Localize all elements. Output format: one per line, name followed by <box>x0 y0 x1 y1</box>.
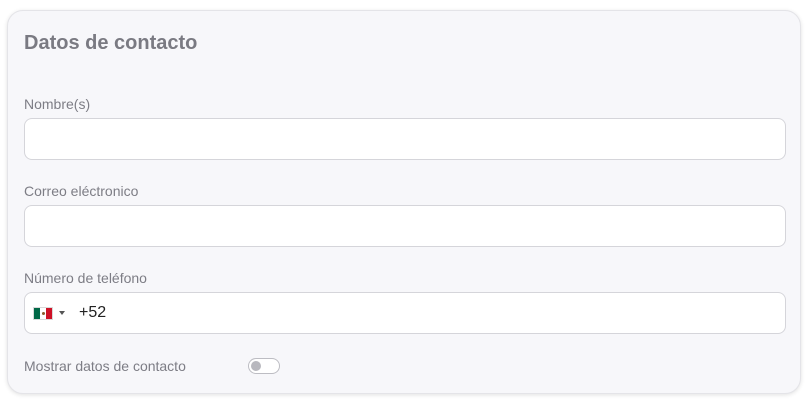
country-code-select[interactable] <box>33 306 65 320</box>
name-input[interactable] <box>24 118 786 160</box>
email-input[interactable] <box>24 205 786 247</box>
phone-label: Número de teléfono <box>24 270 147 286</box>
phone-input[interactable] <box>110 293 785 333</box>
caret-down-icon <box>59 311 65 315</box>
card-title: Datos de contacto <box>24 32 198 54</box>
email-label: Correo eléctronico <box>24 183 139 199</box>
show-contact-row: Mostrar datos de contacto <box>24 357 280 375</box>
toggle-knob <box>251 361 261 371</box>
name-label: Nombre(s) <box>24 96 91 112</box>
phone-field: +52 <box>24 292 786 334</box>
dial-code: +52 <box>79 304 107 321</box>
contact-card: Datos de contacto Nombre(s) Correo eléct… <box>7 10 801 394</box>
mexico-flag-icon <box>33 306 53 320</box>
show-contact-label: Mostrar datos de contacto <box>24 358 186 374</box>
show-contact-toggle[interactable] <box>248 358 280 374</box>
